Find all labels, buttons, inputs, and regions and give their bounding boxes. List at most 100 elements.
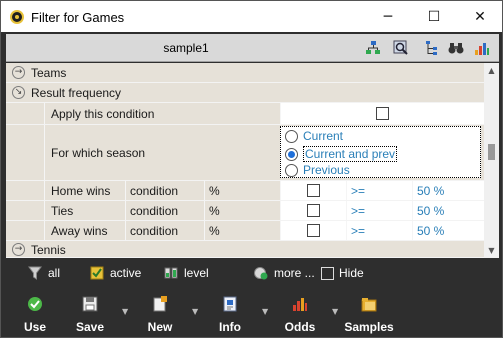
season-label: For which season	[44, 125, 280, 180]
scroll-thumb[interactable]	[488, 144, 495, 160]
condition-value[interactable]: 50 %	[412, 201, 484, 220]
odds-dropdown-icon[interactable]: ▼	[332, 307, 338, 316]
save-dropdown-icon[interactable]: ▼	[122, 307, 128, 316]
odds-label: Odds	[284, 320, 316, 334]
new-dropdown-icon[interactable]: ▼	[192, 307, 198, 316]
condition-label: Ties	[44, 201, 125, 220]
condition-grid: → Teams ↘ Result frequency Apply this co…	[6, 63, 499, 258]
hierarchy-icon[interactable]	[424, 39, 442, 57]
condition-value[interactable]: 50 %	[412, 181, 484, 200]
condition-row-away-wins: Away wins condition % >= 50 %	[6, 221, 484, 241]
indent-cell	[6, 103, 44, 124]
bottom-toolbar: Use Save ▼ New ▼ Info ▼ Odds ▼ Samples	[6, 288, 499, 334]
condition-unit: %	[204, 181, 280, 200]
odds-button[interactable]: Odds	[270, 292, 330, 334]
condition-type: condition	[125, 181, 204, 200]
condition-type: condition	[125, 201, 204, 220]
filter-header: sample1	[6, 34, 499, 62]
filter-more-label: more ...	[274, 266, 315, 280]
condition-checkbox[interactable]	[307, 204, 320, 217]
checkmark-icon	[28, 297, 42, 311]
scroll-down-icon[interactable]: ▼	[484, 243, 499, 258]
info-button[interactable]: Info	[200, 292, 260, 334]
info-dropdown-icon[interactable]: ▼	[262, 307, 268, 316]
apply-condition-cell	[280, 103, 484, 124]
season-option-label: Current	[303, 129, 344, 143]
condition-type: condition	[125, 221, 204, 240]
minimize-button[interactable]: ─	[365, 1, 411, 32]
apply-condition-checkbox[interactable]	[376, 107, 389, 120]
filter-active-button[interactable]: active	[90, 266, 141, 280]
new-document-icon	[153, 296, 167, 312]
condition-check-cell	[280, 221, 346, 240]
condition-operator[interactable]: >=	[346, 181, 412, 200]
hide-checkbox[interactable]	[321, 266, 334, 280]
radio-circle[interactable]	[285, 163, 298, 177]
window-title: Filter for Games	[31, 10, 125, 25]
info-document-icon	[223, 296, 237, 312]
filter-bar: all active level more ... Hide	[6, 262, 499, 286]
hide-label: Hide	[339, 266, 364, 280]
condition-row-home-wins: Home wins condition % >= 50 %	[6, 181, 484, 201]
apply-condition-row: Apply this condition	[6, 103, 484, 125]
zoom-settings-icon[interactable]	[392, 39, 410, 57]
save-label: Save	[75, 320, 105, 334]
season-option-current[interactable]: Current	[285, 129, 343, 143]
condition-operator[interactable]: >=	[346, 201, 412, 220]
season-option-label: Previous	[303, 163, 350, 177]
bar-chart-icon[interactable]	[473, 39, 491, 57]
filter-more-button[interactable]: more ...	[254, 266, 315, 280]
season-row: For which season Current Current and pre…	[6, 125, 484, 181]
condition-label: Home wins	[44, 181, 125, 200]
save-button[interactable]: Save	[60, 292, 120, 334]
filter-window: Filter for Games ─ ☐ ✕ sample1 → Teams ↘…	[0, 0, 503, 338]
indent-cell	[6, 201, 44, 220]
close-button[interactable]: ✕	[457, 1, 503, 32]
season-option-previous[interactable]: Previous	[285, 163, 350, 177]
group-row-tennis[interactable]: → Tennis	[6, 241, 484, 258]
tree-icon[interactable]	[364, 39, 382, 57]
odds-chart-icon	[293, 298, 307, 311]
condition-row-ties: Ties condition % >= 50 %	[6, 201, 484, 221]
filter-level-label: level	[184, 266, 209, 280]
title-bar: Filter for Games ─ ☐ ✕	[1, 1, 502, 32]
samples-label: Samples	[344, 320, 394, 334]
expand-icon[interactable]: →	[12, 66, 25, 79]
radio-circle[interactable]	[285, 129, 298, 143]
samples-folder-icon	[361, 298, 377, 312]
condition-check-cell	[280, 201, 346, 220]
maximize-button[interactable]: ☐	[411, 1, 457, 32]
condition-operator[interactable]: >=	[346, 221, 412, 240]
season-option-current-and-prev[interactable]: Current and prev	[285, 146, 398, 162]
condition-unit: %	[204, 221, 280, 240]
season-radio-group: Current Current and prev Previous	[280, 126, 481, 178]
samples-button[interactable]: Samples	[339, 292, 399, 334]
group-row-teams[interactable]: → Teams	[6, 63, 484, 83]
indent-cell	[6, 181, 44, 200]
condition-check-cell	[280, 181, 346, 200]
radio-circle-selected[interactable]	[285, 147, 298, 161]
funnel-icon	[28, 266, 42, 280]
apply-condition-label: Apply this condition	[44, 103, 280, 124]
group-row-result-frequency[interactable]: ↘ Result frequency	[6, 83, 484, 103]
use-button[interactable]: Use	[5, 292, 65, 334]
info-label: Info	[219, 320, 241, 334]
scroll-up-icon[interactable]: ▲	[484, 63, 499, 78]
group-label-teams: Teams	[31, 66, 67, 80]
filter-level-button[interactable]: level	[164, 266, 209, 280]
condition-checkbox[interactable]	[307, 224, 320, 237]
binoculars-icon[interactable]	[447, 39, 465, 57]
condition-checkbox[interactable]	[307, 184, 320, 197]
condition-label: Away wins	[44, 221, 125, 240]
vertical-scrollbar[interactable]: ▲ ▼	[484, 63, 499, 258]
hide-toggle[interactable]: Hide	[321, 266, 364, 280]
filter-all-button[interactable]: all	[28, 266, 60, 280]
expand-icon[interactable]: →	[12, 243, 25, 256]
filter-all-label: all	[48, 266, 61, 280]
collapse-icon[interactable]: ↘	[12, 86, 25, 99]
condition-value[interactable]: 50 %	[412, 221, 484, 240]
use-label: Use	[23, 320, 46, 334]
filter-name: sample1	[163, 41, 209, 55]
new-button[interactable]: New	[130, 292, 190, 334]
season-option-label: Current and prev	[303, 146, 398, 162]
